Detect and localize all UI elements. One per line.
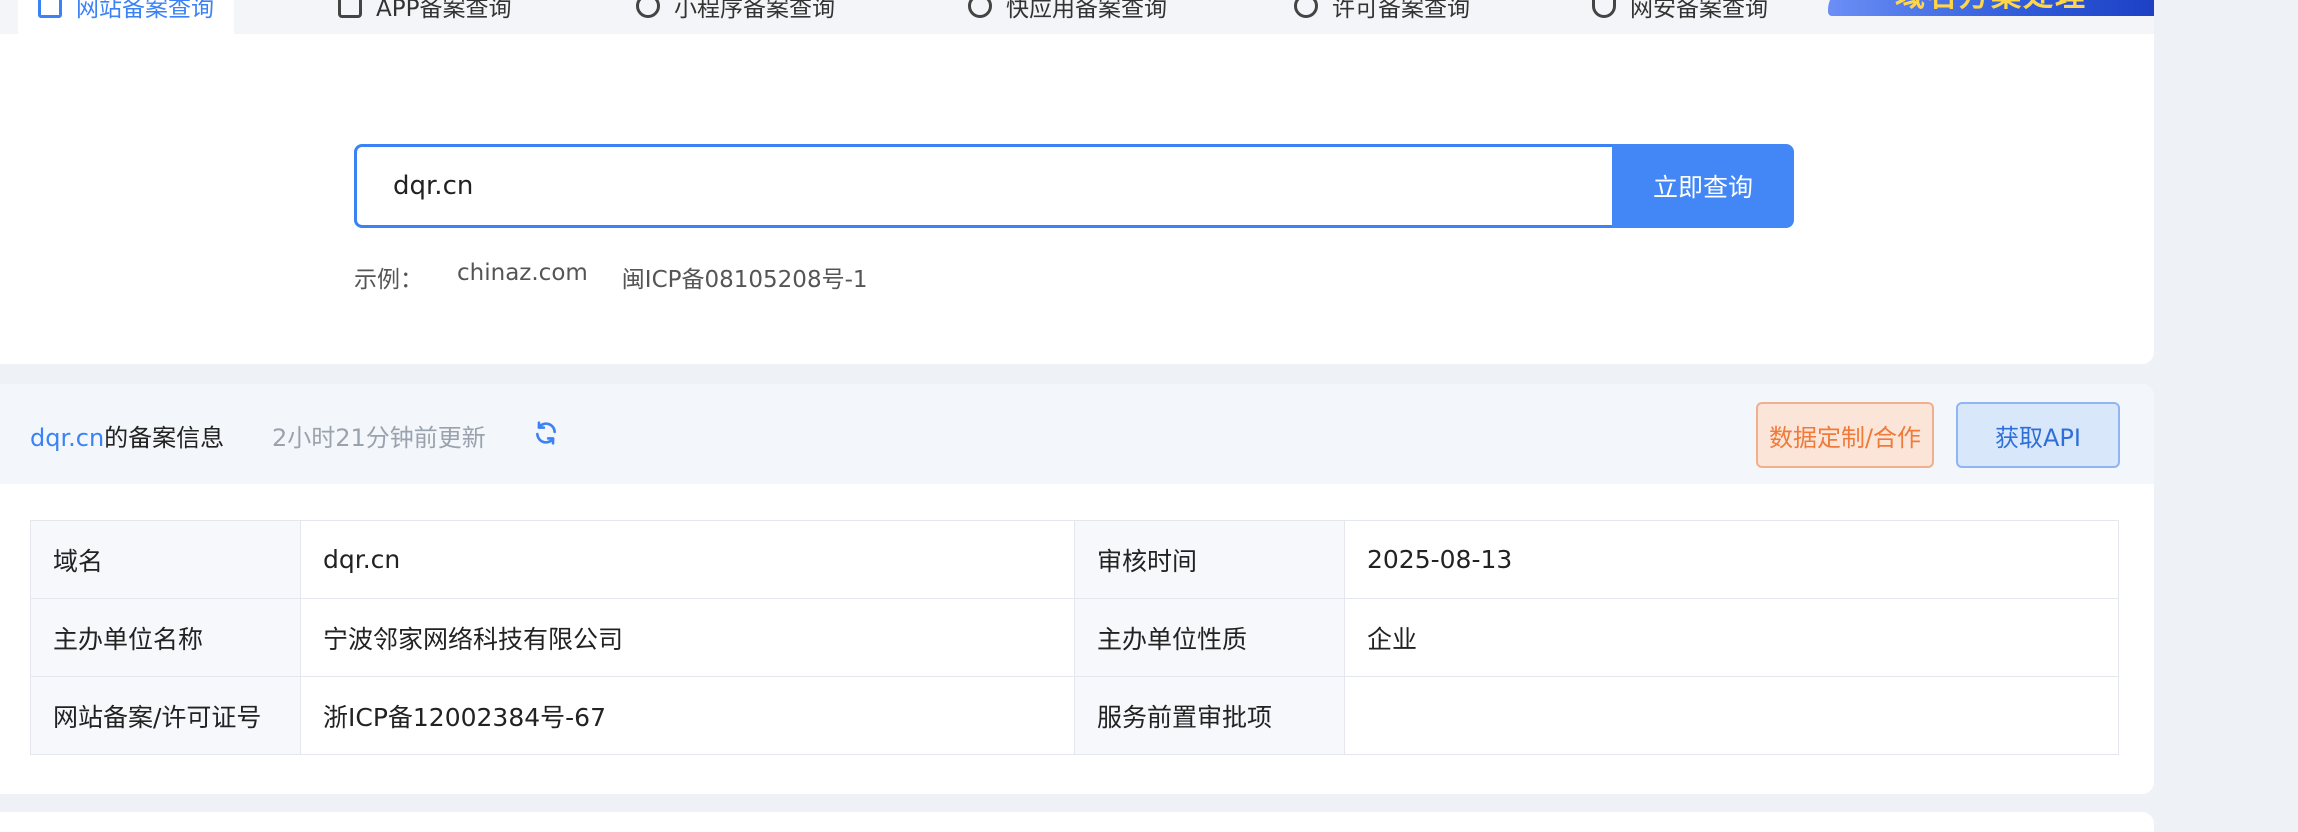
tab-license-filing[interactable]: 许可备案查询 <box>1294 0 1470 34</box>
tab-quickapp-filing[interactable]: 快应用备案查询 <box>968 0 1167 34</box>
tab-security-filing[interactable]: 网安备案查询 <box>1592 0 1768 34</box>
field-label: 网站备案/许可证号 <box>30 676 301 755</box>
search-input[interactable] <box>393 171 1576 201</box>
table-row: 域名 dqr.cn 审核时间 2025-08-13 <box>30 520 2119 599</box>
example-link[interactable]: chinaz.com <box>457 260 588 294</box>
result-domain-link[interactable]: dqr.cn <box>30 424 104 452</box>
field-value: dqr.cn <box>300 520 1075 599</box>
field-value: 企业 <box>1344 598 2119 677</box>
tab-miniprogram-filing[interactable]: 小程序备案查询 <box>636 0 835 34</box>
examples-label: 示例： <box>354 267 423 293</box>
data-custom-button[interactable]: 数据定制/合作 <box>1756 402 1934 468</box>
field-label: 主办单位性质 <box>1074 598 1345 677</box>
table-row: 主办单位名称 宁波邻家网络科技有限公司 主办单位性质 企业 <box>30 598 2119 677</box>
table-row: 网站备案/许可证号 浙ICP备12002384号-67 服务前置审批项 <box>30 676 2119 755</box>
tab-website-filing[interactable]: 网站备案查询 <box>18 0 234 34</box>
example-link[interactable]: 闽ICP备08105208号-1 <box>622 260 868 294</box>
field-value: 浙ICP备12002384号-67 <box>300 676 1075 755</box>
field-value: 2025-08-13 <box>1344 520 2119 599</box>
search-panel: 立即查询 示例： chinaz.com 闽ICP备08105208号-1 <box>0 34 2154 364</box>
field-label: 服务前置审批项 <box>1074 676 1345 755</box>
table-icon <box>38 0 62 18</box>
quickapp-icon <box>968 0 992 18</box>
filing-info-table: 域名 dqr.cn 审核时间 2025-08-13 主办单位名称 宁波邻家网络科… <box>30 520 2119 755</box>
tab-label: APP备案查询 <box>376 0 512 22</box>
refresh-icon[interactable] <box>533 420 559 446</box>
filing-result-panel: dqr.cn的备案信息 2小时21分钟前更新 数据定制/合作 获取API 域名 … <box>0 384 2154 794</box>
phone-icon <box>338 0 362 18</box>
shield-icon <box>1592 0 1616 18</box>
tab-label: 快应用备案查询 <box>1006 0 1167 22</box>
search-box[interactable] <box>354 144 1615 228</box>
field-value <box>1344 676 2119 755</box>
license-icon <box>1294 0 1318 18</box>
get-api-button[interactable]: 获取API <box>1956 402 2120 468</box>
search-examples: 示例： chinaz.com 闽ICP备08105208号-1 <box>354 260 868 294</box>
promo-banner[interactable]: 域名方案处理 <box>1828 0 2154 16</box>
field-label: 主办单位名称 <box>30 598 301 677</box>
search-button[interactable]: 立即查询 <box>1612 144 1794 228</box>
next-panel <box>0 812 2154 832</box>
tab-label: 网站备案查询 <box>76 0 214 22</box>
field-label: 域名 <box>30 520 301 599</box>
field-label: 审核时间 <box>1074 520 1345 599</box>
miniprogram-icon <box>636 0 660 18</box>
tab-label: 小程序备案查询 <box>674 0 835 22</box>
result-header: dqr.cn的备案信息 2小时21分钟前更新 数据定制/合作 获取API <box>0 384 2154 484</box>
result-title: dqr.cn的备案信息 <box>30 418 224 453</box>
tab-app-filing[interactable]: APP备案查询 <box>338 0 511 34</box>
tab-label: 许可备案查询 <box>1332 0 1470 22</box>
result-title-suffix: 的备案信息 <box>104 424 225 452</box>
tab-label: 网安备案查询 <box>1630 0 1768 22</box>
field-value: 宁波邻家网络科技有限公司 <box>300 598 1075 677</box>
query-type-tabs: 网站备案查询 APP备案查询 小程序备案查询 快应用备案查询 许可备案查询 网安… <box>0 0 2154 34</box>
promo-label: 域名方案处理 <box>1895 0 2087 12</box>
update-time: 2小时21分钟前更新 <box>272 424 486 452</box>
